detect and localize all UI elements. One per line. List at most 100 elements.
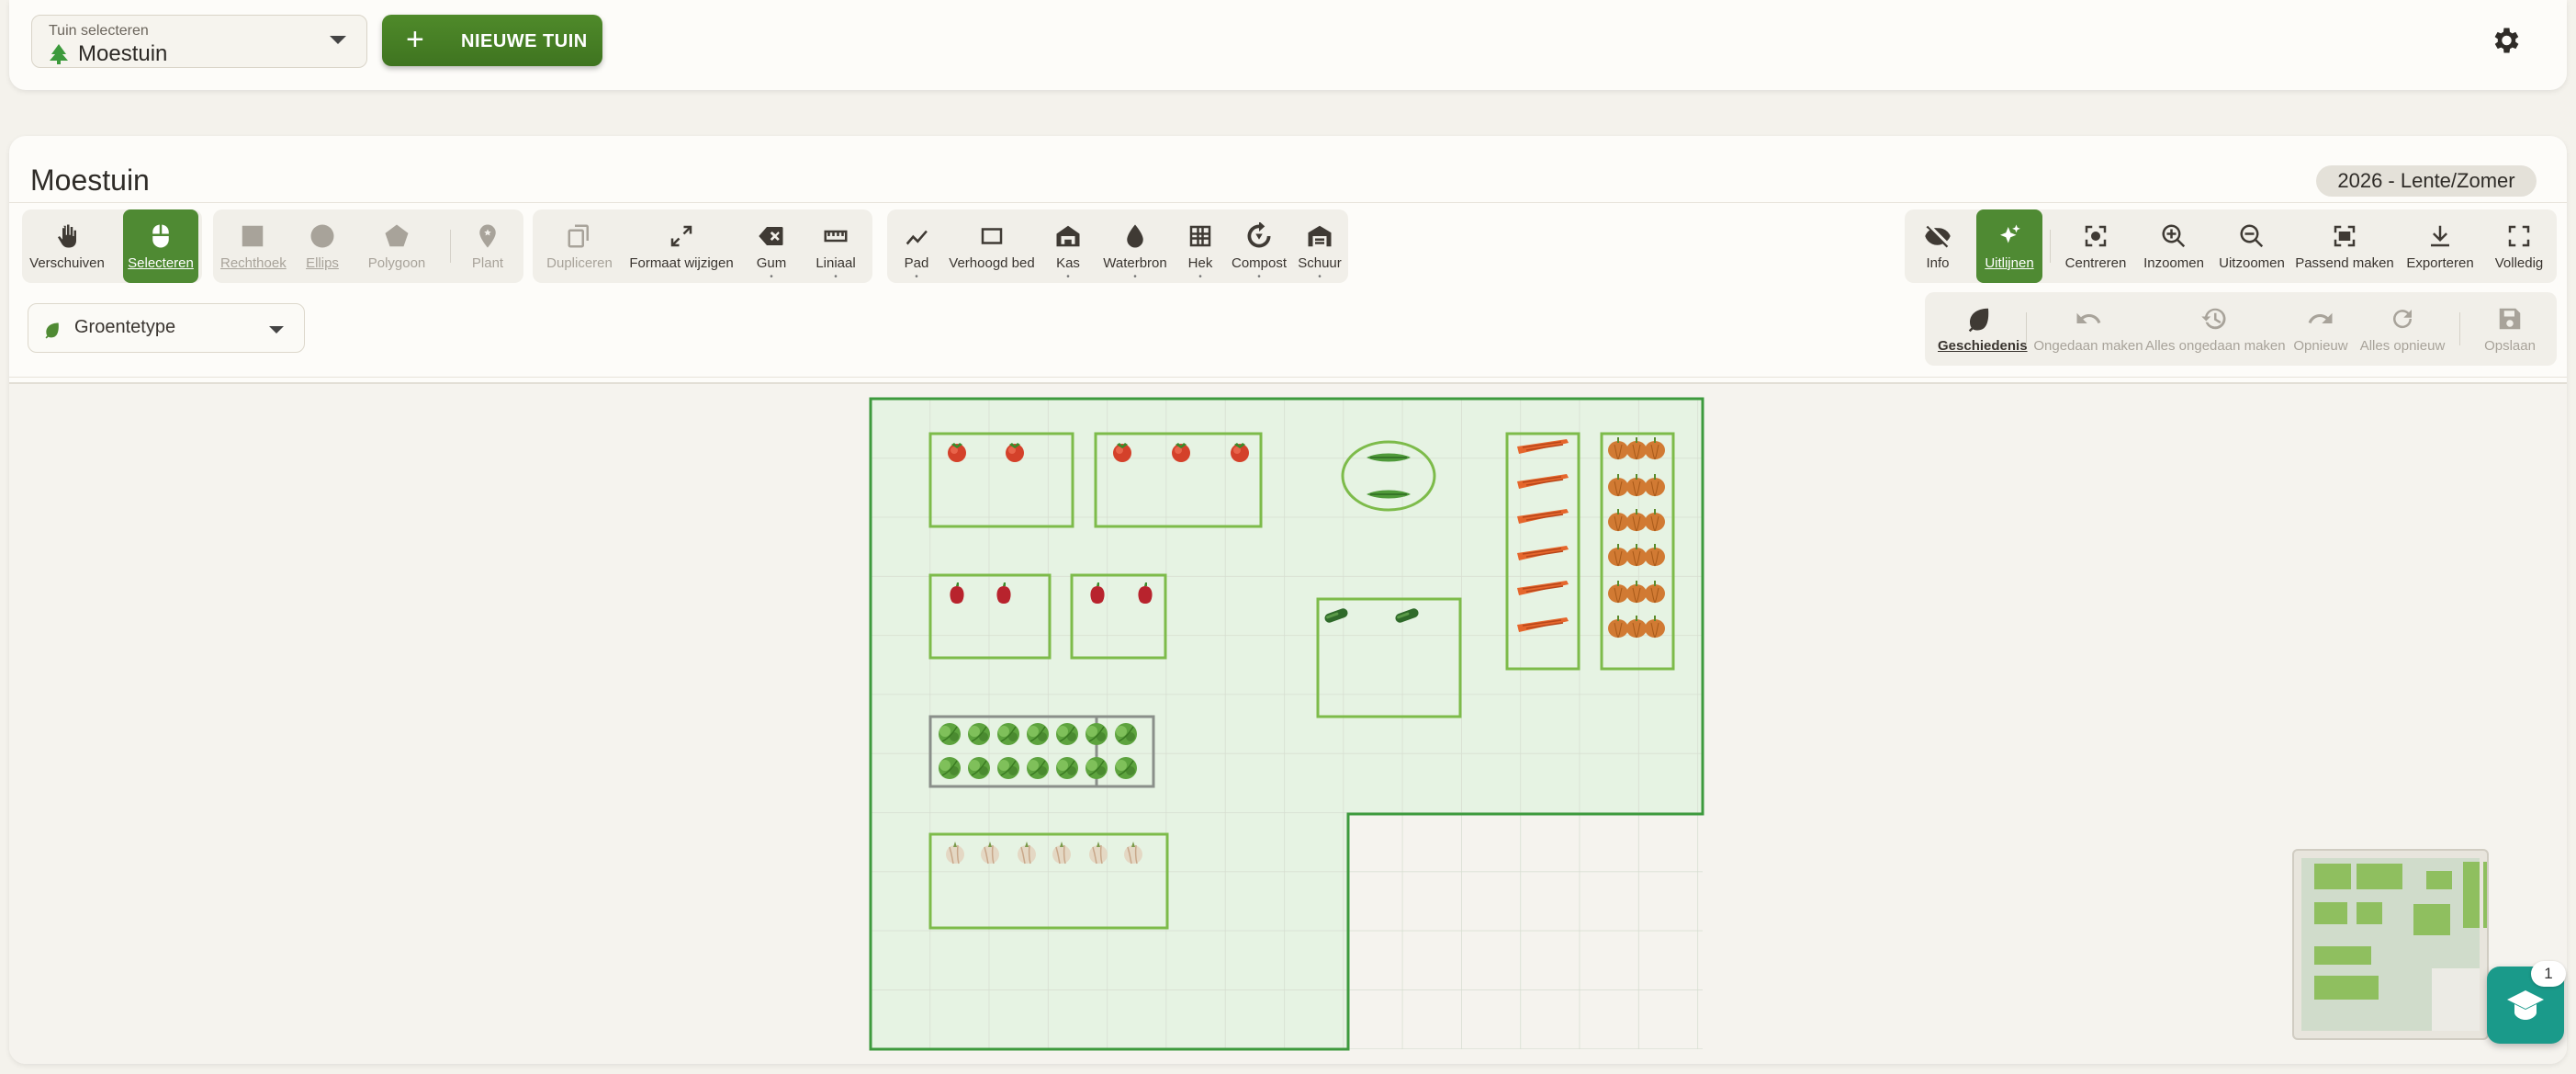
info-toggle[interactable]: Info [1910,209,1965,283]
tool-label: Geschiedenis [1938,338,2028,354]
season-badge[interactable]: 2026 - Lente/Zomer [2316,165,2537,197]
tool-label: Schuur [1298,255,1342,271]
compost-tool[interactable]: Compost • [1227,209,1291,283]
minimap[interactable] [2292,849,2500,1040]
fence-grid-icon [1189,225,1211,247]
divider [450,230,451,263]
undo-icon [2076,312,2101,323]
tool-label: Info [1926,255,1950,271]
save-button[interactable]: Opslaan [2472,292,2548,366]
divider [2050,230,2051,263]
ruler-tool[interactable]: Liniaal • [804,209,867,283]
fit-button[interactable]: Passend maken [2292,209,2397,283]
water-source-tool[interactable]: Waterbron • [1097,209,1174,283]
view-tools: Info Uitlijnen Centreren Inzoomen Uitzoo… [1905,209,2557,283]
polygon-tool[interactable]: Polygoon [358,209,435,283]
divider [2026,312,2027,345]
raised-bed-tool[interactable]: Verhoogd bed [944,209,1040,283]
page-title: Moestuin [30,164,150,197]
leaf-icon [1968,308,1989,333]
circle-icon [310,224,334,248]
tool-label: Rechthoek [220,255,287,271]
redo-all-button[interactable]: Alles opnieuw [2357,292,2448,366]
ruler-icon [824,230,848,243]
edit-tools: Dupliceren Formaat wijzigen Gum • Liniaa… [533,209,872,283]
eraser-tool[interactable]: Gum • [742,209,801,283]
tool-label: Uitlijnen [1985,255,2034,271]
shed-tool[interactable]: Schuur • [1295,209,1344,283]
tool-label: Plant [471,255,504,271]
export-button[interactable]: Exporteren [2399,209,2481,283]
sparkle-icon [2000,224,2020,243]
rectangle-icon [242,225,264,247]
undo-all-button[interactable]: Alles ongedaan maken [2145,292,2286,366]
tool-label: Pad [904,255,929,271]
mouse-icon [152,224,169,248]
tool-label: Centreren [2064,255,2127,271]
greenhouse-tool[interactable]: Kas • [1045,209,1091,283]
tool-label: Inzoomen [2143,255,2204,271]
redo-icon [2308,312,2333,323]
tool-label: Alles opnieuw [2359,338,2446,354]
center-button[interactable]: Centreren [2057,209,2134,283]
garden-canvas[interactable] [9,382,2567,1064]
leaf-icon [45,322,59,339]
object-tools: Pad • Verhoogd bed Kas • Waterbron • Hek… [887,209,1348,283]
tree-icon [50,44,68,64]
rectangle-tool[interactable]: Rechthoek [220,209,287,283]
zoom-in-button[interactable]: Inzoomen [2136,209,2211,283]
nav-tools: Verschuiven Selecteren [22,209,202,283]
garden-drawing[interactable] [9,384,2567,1064]
duplicate-tool[interactable]: Dupliceren [538,209,621,283]
fullscreen-button[interactable]: Volledig [2487,209,2551,283]
tool-label: Polygoon [367,255,426,271]
tool-label: Exporteren [2406,255,2474,271]
zoom-out-icon [2240,224,2264,248]
fence-tool[interactable]: Hek • [1177,209,1223,283]
recycle-icon [1247,222,1271,248]
garden-select-label: Tuin selecteren [49,23,149,39]
vegetable-type-select[interactable]: Groentetype [28,303,305,353]
tool-label: Gum [756,255,787,271]
tool-label: Dupliceren [546,255,613,271]
backspace-icon [759,227,783,245]
tool-label: Opnieuw [2293,338,2348,354]
pentagon-icon [385,224,409,247]
select-tool[interactable]: Selecteren [123,209,198,283]
tool-label: Ellips [306,255,339,271]
gear-icon[interactable] [2489,24,2522,57]
redo-button[interactable]: Opnieuw [2287,292,2355,366]
garden-select[interactable]: Tuin selecteren Moestuin [31,15,367,68]
shape-tools: Rechthoek Ellips Polygoon Plant [213,209,523,283]
top-bar: Tuin selecteren Moestuin + NIEUWE TUIN [9,0,2567,90]
tool-label: Verschuiven [29,255,105,271]
ellipse-tool[interactable]: Ellips [290,209,354,283]
history-tools: Geschiedenis Ongedaan maken Alles ongeda… [1925,292,2557,366]
tool-label: Alles ongedaan maken [2145,338,2286,354]
history-button[interactable]: Geschiedenis [1938,292,2028,366]
tool-label: Compost [1231,255,1288,271]
resize-tool[interactable]: Formaat wijzigen [624,209,738,283]
tool-label: Verhoogd bed [949,255,1035,271]
history-clock-icon [2201,308,2226,330]
tool-label: Uitzoomen [2219,255,2285,271]
notification-badge: 1 [2531,961,2566,987]
new-garden-button[interactable]: + NIEUWE TUIN [382,15,602,66]
pan-tool[interactable]: Verschuiven [26,209,108,283]
hand-icon [58,224,76,248]
tool-label: Ongedaan maken [2033,338,2143,354]
tool-label: Selecteren [128,255,194,271]
tool-label: Hek [1187,255,1213,271]
zoom-out-button[interactable]: Uitzoomen [2213,209,2290,283]
path-line-icon [906,230,928,245]
tool-label: Volledig [2494,255,2544,271]
undo-button[interactable]: Ongedaan maken [2033,292,2143,366]
align-toggle[interactable]: Uitlijnen [1976,209,2042,283]
garden-select-value: Moestuin [78,41,168,66]
minimap-drawing [2301,858,2500,1031]
tool-label: Passend maken [2295,255,2394,271]
plant-tool[interactable]: Plant [459,209,516,283]
chevron-down-icon [269,326,284,334]
path-tool[interactable]: Pad • [893,209,940,283]
save-icon [2499,308,2521,330]
